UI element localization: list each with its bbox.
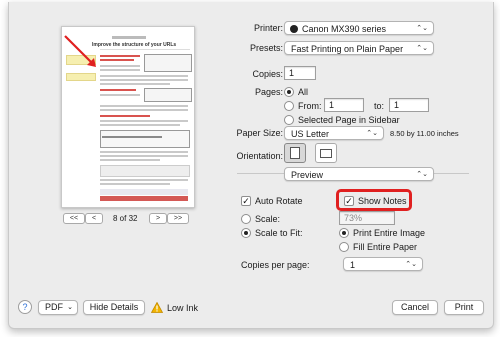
last-page-button[interactable]: >>	[167, 213, 189, 224]
page-indicator: 8 of 32	[113, 214, 138, 223]
paper-size-value: US Letter	[291, 129, 330, 139]
print-entire-image-label: Print Entire Image	[353, 228, 426, 238]
presets-popup[interactable]: Fast Printing on Plain Paper ⌃⌄	[284, 41, 434, 55]
portrait-orientation-button[interactable]	[284, 143, 306, 163]
printer-status-icon	[290, 25, 298, 33]
presets-value: Fast Printing on Plain Paper	[291, 44, 404, 54]
pages-selected-label: Selected Page in Sidebar	[298, 115, 400, 125]
chevron-updown-icon: ⌃⌄	[366, 130, 378, 137]
preview-footer-bar	[100, 196, 188, 201]
preview-page-title: Improve the structure of your URLs	[92, 42, 177, 48]
cancel-button[interactable]: Cancel	[392, 300, 438, 315]
section-popup-value: Preview	[291, 170, 324, 180]
print-dialog: Improve the structure of your URLs << < …	[8, 2, 494, 329]
pages-to-field[interactable]: 1	[389, 98, 429, 112]
low-ink-label: Low Ink	[167, 303, 199, 313]
paper-size-popup[interactable]: US Letter ⌃⌄	[284, 126, 384, 140]
chevron-down-icon: ⌄	[67, 304, 73, 311]
pages-from-label: From:	[298, 101, 322, 111]
pages-from-field[interactable]: 1	[324, 98, 364, 112]
landscape-orientation-button[interactable]	[315, 143, 337, 163]
chevron-updown-icon: ⌃⌄	[416, 171, 428, 178]
orientation-label: Orientation:	[236, 151, 283, 161]
printer-popup[interactable]: Canon MX390 series ⌃⌄	[284, 21, 434, 35]
pages-all-label: All	[298, 87, 309, 97]
preview-logo	[112, 36, 146, 39]
printer-label: Printer:	[253, 23, 283, 33]
scale-radio[interactable]	[241, 214, 251, 224]
preview-screenshot	[144, 54, 192, 72]
scale-label: Scale:	[255, 214, 281, 224]
copies-label: Copies:	[252, 69, 283, 79]
scale-field[interactable]: 73%	[339, 211, 395, 225]
pages-to-label: to:	[374, 101, 385, 111]
prev-page-button[interactable]: <	[85, 213, 103, 224]
first-page-button[interactable]: <<	[63, 213, 85, 224]
copies-per-page-popup[interactable]: 1 ⌃⌄	[343, 257, 423, 271]
preview-screenshot	[144, 88, 192, 102]
pages-selected-radio[interactable]	[284, 115, 294, 125]
copies-per-page-label: Copies per page:	[241, 260, 310, 270]
copies-field[interactable]: 1	[284, 66, 316, 80]
chevron-updown-icon: ⌃⌄	[405, 261, 417, 268]
paper-size-label: Paper Size:	[236, 128, 283, 138]
pages-all-radio[interactable]	[284, 87, 294, 97]
pdf-menu-button[interactable]: PDF ⌄	[38, 300, 78, 315]
scale-to-fit-radio[interactable]	[241, 228, 251, 238]
portrait-icon	[290, 147, 300, 159]
fill-entire-paper-radio[interactable]	[339, 242, 349, 252]
preview-screenshot	[100, 130, 190, 148]
pdf-label: PDF	[45, 302, 63, 312]
print-button[interactable]: Print	[444, 300, 484, 315]
scale-to-fit-label: Scale to Fit:	[255, 228, 303, 238]
auto-rotate-checkbox[interactable]: ✓	[241, 196, 251, 206]
help-button[interactable]: ?	[18, 300, 32, 314]
hide-details-button[interactable]: Hide Details	[83, 300, 145, 315]
note-annotation	[66, 73, 96, 81]
section-popup[interactable]: Preview ⌃⌄	[284, 167, 434, 181]
auto-rotate-label: Auto Rotate	[255, 196, 303, 206]
paper-dimensions: 8.50 by 11.00 inches	[390, 129, 459, 138]
chevron-updown-icon: ⌃⌄	[416, 25, 428, 32]
print-entire-image-radio[interactable]	[339, 228, 349, 238]
show-notes-checkbox[interactable]: ✓	[344, 196, 354, 206]
chevron-updown-icon: ⌃⌄	[416, 45, 428, 52]
warning-icon	[151, 302, 163, 313]
show-notes-label: Show Notes	[358, 196, 407, 206]
red-arrow-icon	[64, 35, 96, 67]
next-page-button[interactable]: >	[149, 213, 167, 224]
fill-entire-paper-label: Fill Entire Paper	[353, 242, 418, 252]
printer-value: Canon MX390 series	[302, 24, 387, 34]
pages-label: Pages:	[254, 87, 283, 97]
presets-label: Presets:	[249, 43, 283, 53]
copies-per-page-value: 1	[350, 260, 356, 270]
landscape-icon	[320, 149, 332, 158]
pages-from-radio[interactable]	[284, 101, 294, 111]
